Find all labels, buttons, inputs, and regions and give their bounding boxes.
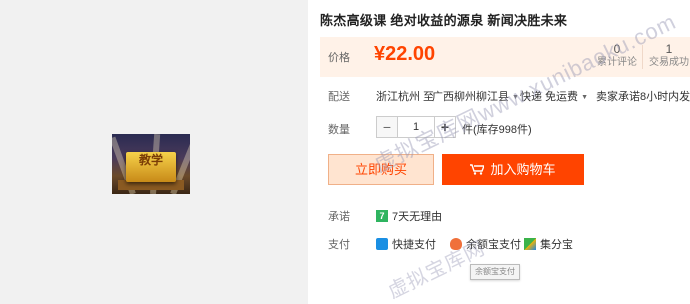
shipping-note: 卖家承诺8小时内发货	[596, 91, 690, 103]
product-page: 教学 陈杰高级课 绝对收益的源泉 新闻决胜未来 价格 ¥22.00 0 累计评论…	[0, 0, 690, 304]
promise-item[interactable]: 7 7天无理由	[376, 208, 442, 224]
caret-down-icon: ▼	[581, 93, 588, 101]
quick-pay-icon	[376, 238, 388, 251]
payment-method-label: 集分宝	[540, 239, 573, 251]
shipping-destination[interactable]: 广西柳州柳江县 ▼	[432, 88, 519, 104]
payment-method-quick[interactable]: 快捷支付	[376, 236, 436, 252]
payment-method-yuebao[interactable]: 余额宝支付	[450, 236, 521, 252]
payment-label: 支付	[328, 239, 350, 251]
payment-row: 支付 快捷支付 余额宝支付 集分宝	[320, 236, 690, 252]
stock-text: 件(库存998件)	[462, 124, 532, 136]
shipping-method-text: 快递 免运费	[520, 91, 579, 103]
cart-icon	[470, 164, 485, 175]
jifenbao-icon	[524, 238, 536, 251]
product-thumbnail[interactable]: 教学	[112, 134, 190, 194]
add-to-cart-label: 加入购物车	[490, 162, 556, 177]
shipping-destination-text: 广西柳州柳江县	[432, 91, 509, 103]
stat-divider	[642, 45, 643, 69]
price-label: 价格	[328, 52, 350, 64]
add-to-cart-button[interactable]: 加入购物车	[442, 154, 584, 185]
shipping-from: 浙江杭州 至	[376, 91, 435, 103]
reviews-label: 累计评论	[597, 57, 637, 68]
promise-text: 7天无理由	[392, 211, 443, 223]
thumbnail-caption: 教学	[138, 153, 163, 167]
sales-label: 交易成功	[649, 57, 689, 68]
product-gallery: 教学	[0, 0, 308, 304]
promise-row: 承诺 7 7天无理由	[320, 208, 690, 224]
quantity-decrease-button[interactable]: −	[376, 116, 398, 138]
shipping-row: 配送 浙江杭州 至 广西柳州柳江县▼ 快递 免运费▼ 卖家承诺8小时内发货	[320, 88, 690, 104]
shipping-label: 配送	[328, 91, 350, 103]
sales-stat[interactable]: 1 交易成功	[644, 42, 690, 70]
quantity-increase-button[interactable]: +	[434, 116, 456, 138]
quantity-stepper: − 1 +	[376, 116, 456, 138]
payment-tooltip: 余额宝支付	[470, 264, 520, 280]
quantity-label: 数量	[328, 124, 350, 136]
price-panel: 价格 ¥22.00 0 累计评论 1 交易成功	[320, 37, 690, 77]
seven-day-icon: 7	[376, 210, 388, 223]
payment-method-label: 余额宝支付	[466, 239, 521, 251]
product-info: 陈杰高级课 绝对收益的源泉 新闻决胜未来 价格 ¥22.00 0 累计评论 1 …	[320, 0, 690, 304]
price-value: ¥22.00	[374, 43, 436, 65]
caret-down-icon: ▼	[512, 93, 519, 101]
payment-method-jifenbao[interactable]: 集分宝	[524, 236, 573, 252]
reviews-count: 0	[613, 42, 621, 56]
product-title: 陈杰高级课 绝对收益的源泉 新闻决胜未来	[320, 13, 568, 28]
buy-now-button[interactable]: 立即购买	[328, 154, 434, 185]
reviews-stat[interactable]: 0 累计评论	[592, 42, 642, 70]
payment-method-label: 快捷支付	[392, 239, 436, 251]
quantity-input[interactable]: 1	[398, 116, 434, 138]
sales-count: 1	[665, 42, 673, 56]
promise-label: 承诺	[328, 211, 350, 223]
yuebao-icon	[450, 238, 462, 251]
shipping-method[interactable]: 快递 免运费 ▼	[520, 88, 588, 104]
quantity-row: 数量 − 1 + 件(库存998件)	[320, 116, 690, 138]
